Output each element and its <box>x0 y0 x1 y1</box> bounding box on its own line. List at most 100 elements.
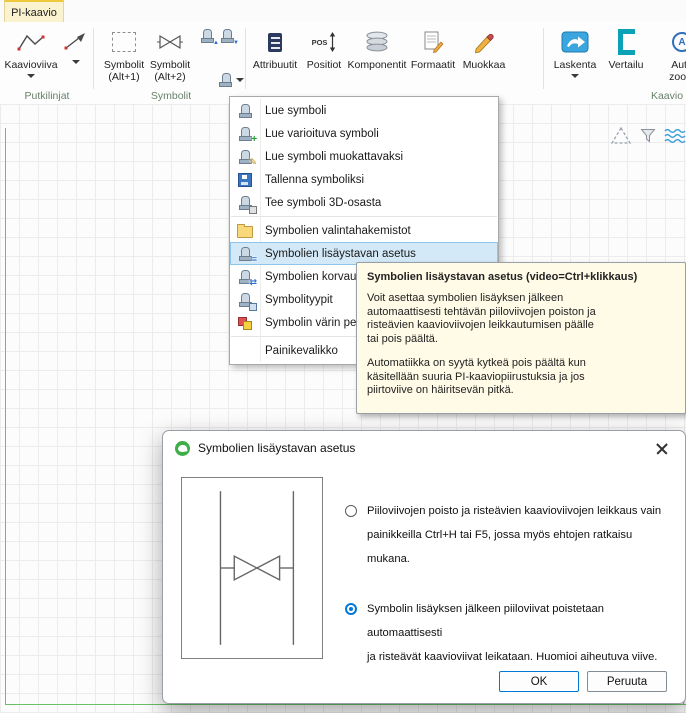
radio-option-automatic[interactable]: Symbolin lisäyksen jälkeen piiloviivat p… <box>345 597 677 669</box>
folder-icon <box>236 223 254 239</box>
filter-tool-icon[interactable] <box>640 128 656 144</box>
tooltip-title: Symbolien lisäystavan asetus (video=Ctrl… <box>367 271 675 283</box>
symbol-tool-button-2[interactable] <box>218 26 236 46</box>
radio-option-label: Piiloviivojen poisto ja risteävien kaavi… <box>367 505 661 565</box>
group-label-kaavio: Kaavio <box>632 90 686 102</box>
line-arrow-button[interactable] <box>61 24 91 88</box>
stamp-down-icon <box>220 29 234 43</box>
komponentit-button[interactable]: Komponentit <box>348 24 406 88</box>
menu-item-label: Symbolin värin periy <box>265 317 369 329</box>
waves-tool-icon[interactable] <box>664 127 686 145</box>
line-arrow-icon <box>63 27 89 57</box>
stamp-up-icon <box>200 29 214 43</box>
menu-item-tooltip: Symbolien lisäystavan asetus (video=Ctrl… <box>356 262 686 414</box>
stamp-plus-icon <box>236 126 254 142</box>
symbolit-alt1-button[interactable]: Symbolit (Alt+1) <box>102 24 146 88</box>
menu-item-tallenna-symboliksi[interactable]: Tallenna symboliksi <box>230 168 498 191</box>
ok-button[interactable]: OK <box>499 671 579 692</box>
triangle-tool-icon[interactable] <box>610 126 632 146</box>
menu-item-label: Tallenna symboliksi <box>265 174 364 186</box>
muokkaa-button[interactable]: Muokkaa <box>460 24 508 88</box>
radio-icon[interactable] <box>345 603 357 615</box>
menu-item-lue-varioituva-symboli[interactable]: Lue varioituva symboli <box>230 122 498 145</box>
chevron-down-icon <box>571 74 579 78</box>
stamp-edit-icon <box>236 149 254 165</box>
menu-item-label: Painikevalikko <box>265 345 338 357</box>
symbolit-alt2-button[interactable]: Symbolit (Alt+2) <box>148 24 192 88</box>
group-separator <box>543 28 544 89</box>
color-swatch-icon <box>236 315 254 331</box>
menu-item-label: Symbolien lisäystavan asetus <box>265 248 416 260</box>
ribbon-group-tools: Attribuutit POS Positiot Komponentit For… <box>246 22 544 103</box>
save-icon <box>236 172 254 188</box>
group-label-symbolit: Symbolit <box>96 90 246 102</box>
symbol-tool-button-1[interactable] <box>198 26 216 46</box>
ribbon-group-symbolit: Symbolit (Alt+1) Symbolit (Alt+2) Symbol… <box>96 22 246 103</box>
stamp-icon <box>219 73 233 87</box>
blank-icon <box>236 343 254 359</box>
database-icon <box>364 27 390 57</box>
tab-pi-kaavio[interactable]: PI-kaavio <box>4 0 64 23</box>
ribbon-group-kaavio: Laskenta Vertailu A Auto zoom Kaavio <box>546 22 686 103</box>
menu-item-symbolien-valintahakemistot[interactable]: Symbolien valintahakemistot <box>230 219 498 242</box>
ribbon-group-putkilinjat: Kaavioviiva Putkilinjat <box>0 22 94 103</box>
komponentit-label: Komponentit <box>348 59 407 71</box>
tooltip-paragraph-2: Automatiikka on syytä kytkeä pois päältä… <box>367 357 675 398</box>
group-separator <box>93 28 94 89</box>
close-icon[interactable] <box>653 440 671 458</box>
position-icon: POS <box>312 27 337 57</box>
dialog-app-icon <box>175 441 190 456</box>
radio-icon[interactable] <box>345 505 357 517</box>
attribuutit-label: Attribuutit <box>253 59 297 71</box>
vertailu-button[interactable]: Vertailu <box>604 24 648 88</box>
diagram-line-icon <box>16 27 46 57</box>
kaavioviiva-button[interactable]: Kaavioviiva <box>3 24 59 88</box>
menu-item-lue-symboli-muokattavaksi[interactable]: Lue symboli muokattavaksi <box>230 145 498 168</box>
kaavioviiva-label: Kaavioviiva <box>4 59 57 71</box>
stamp-settings-icon <box>236 246 254 262</box>
laskenta-label: Laskenta <box>554 59 597 71</box>
chevron-down-icon <box>72 60 80 64</box>
attributes-icon <box>268 27 282 57</box>
muokkaa-label: Muokkaa <box>463 59 506 71</box>
attribuutit-button[interactable]: Attribuutit <box>250 24 300 88</box>
dialog-options: Piiloviivojen poisto ja risteävien kaavi… <box>345 499 677 695</box>
laskenta-button[interactable]: Laskenta <box>550 24 600 88</box>
stamp-replace-icon <box>236 269 254 285</box>
radio-option-label: Symbolin lisäyksen jälkeen piiloviivat p… <box>367 603 657 663</box>
vertailu-label: Vertailu <box>608 59 643 71</box>
menu-item-label: Lue symboli muokattavaksi <box>265 151 403 163</box>
compare-icon <box>618 27 635 57</box>
menu-item-label: Lue symboli <box>265 105 326 117</box>
menu-item-tee-symboli-3d-osasta[interactable]: Tee symboli 3D-osasta <box>230 191 498 214</box>
dialog-title: Symbolien lisäystavan asetus <box>198 441 355 455</box>
group-label-putkilinjat: Putkilinjat <box>0 90 94 102</box>
cancel-button[interactable]: Peruuta <box>587 671 667 692</box>
menu-item-label: Symbolityypit <box>265 294 333 306</box>
stamp-types-icon <box>236 292 254 308</box>
autozoom-button[interactable]: A Auto zoom <box>652 24 686 88</box>
dialog-button-row: OK Peruuta <box>499 671 667 692</box>
ribbon-tab-bar: PI-kaavio <box>0 0 686 22</box>
formaatit-button[interactable]: Formaatit <box>408 24 458 88</box>
pencil-icon <box>472 27 496 57</box>
autozoom-label: Auto zoom <box>669 59 686 83</box>
zoom-a-icon: A <box>672 27 686 57</box>
canvas-toolbar <box>610 126 686 146</box>
symbol-menu-dropdown-button[interactable] <box>218 70 244 90</box>
symbolit-alt1-label: Symbolit (Alt+1) <box>104 59 144 83</box>
menu-item-label: Symbolien korvaust <box>265 271 365 283</box>
menu-item-label: Tee symboli 3D-osasta <box>265 197 381 209</box>
dialog-title-bar[interactable]: Symbolien lisäystavan asetus <box>163 431 685 465</box>
document-pencil-icon <box>422 27 444 57</box>
radio-option-manual[interactable]: Piiloviivojen poisto ja risteävien kaavi… <box>345 499 677 571</box>
dashed-box-icon <box>112 27 136 57</box>
valve-preview-image <box>181 477 323 659</box>
positiot-button[interactable]: POS Positiot <box>302 24 346 88</box>
ribbon: Kaavioviiva Putkilinjat Symbolit (Alt+1)… <box>0 22 686 105</box>
sheet-border-bottom <box>5 704 686 705</box>
stamp-icon <box>236 103 254 119</box>
menu-item-lue-symboli[interactable]: Lue symboli <box>230 99 498 122</box>
stamp-3d-icon <box>236 195 254 211</box>
menu-item-label: Lue varioituva symboli <box>265 128 379 140</box>
